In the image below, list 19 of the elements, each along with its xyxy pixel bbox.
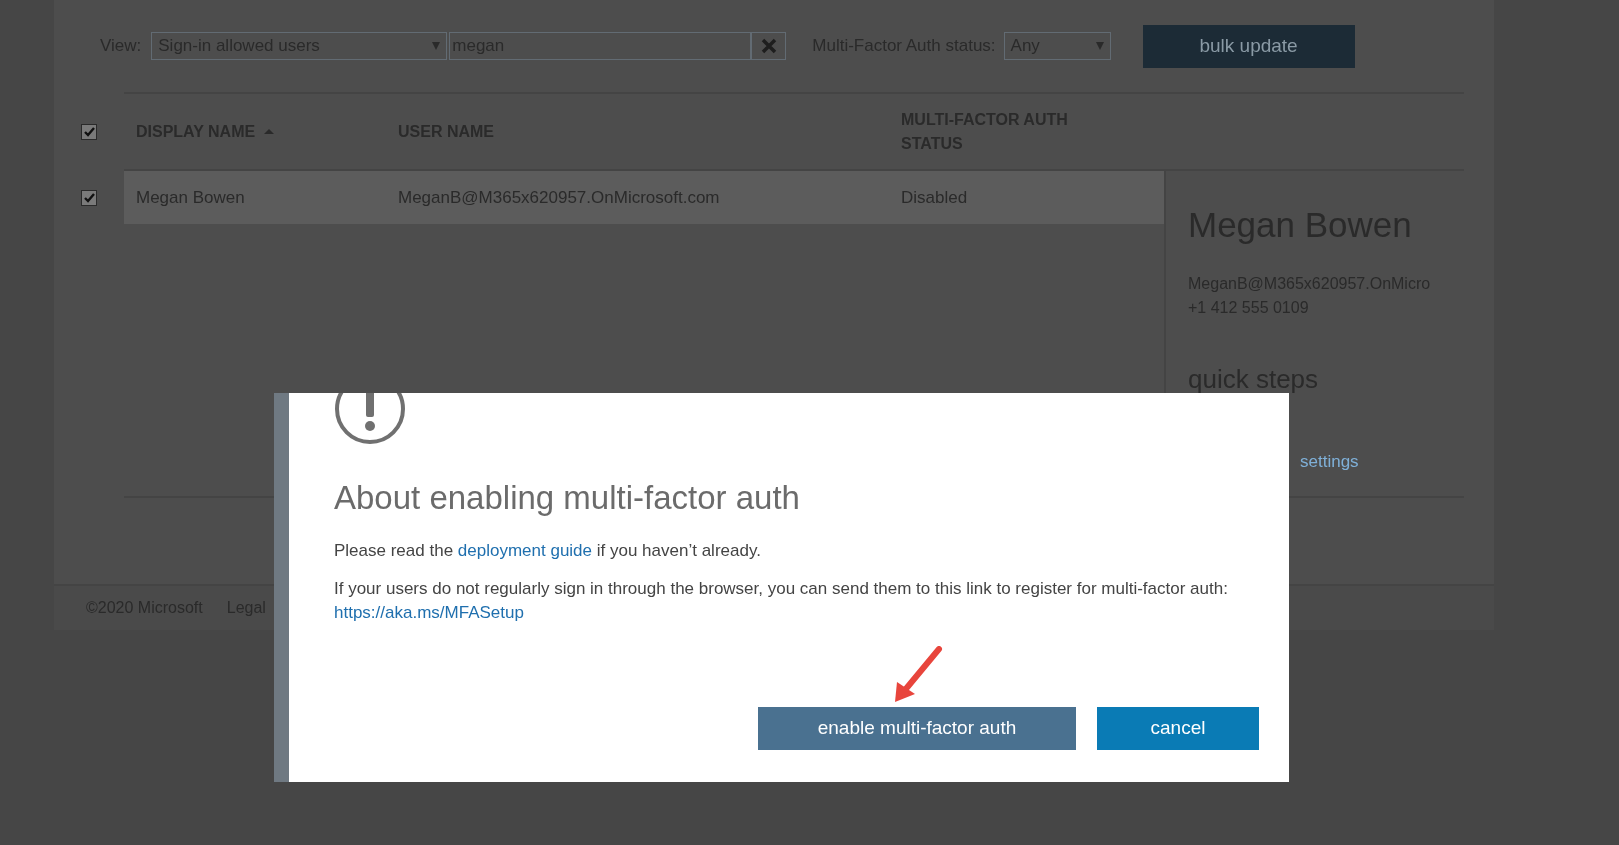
dropdown-caret-icon	[432, 42, 441, 50]
bulk-update-button[interactable]: bulk update	[1142, 24, 1355, 68]
close-icon	[760, 38, 777, 54]
checkbox[interactable]	[81, 189, 97, 206]
checkmark-icon	[83, 126, 95, 137]
dialog-text: If your users do not regularly sign in through the browser, you can send them to this link to register for multi-factor auth: https://aka.ms/MFASetup	[334, 577, 1229, 624]
checkbox[interactable]	[81, 123, 97, 140]
warning-icon	[334, 393, 406, 445]
dialog-text: Please read the deployment guide if you haven’t already.	[334, 539, 762, 562]
clear-search-button[interactable]	[751, 32, 787, 60]
checkmark-icon	[83, 192, 95, 203]
arrow-annotation	[893, 646, 943, 704]
dropdown-caret-icon	[1095, 42, 1104, 50]
settings-link[interactable]: settings	[1300, 448, 1464, 474]
dialog-title: About enabling multi-factor auth	[334, 478, 801, 518]
enable-mfa-button[interactable]: enable multi-factor auth	[758, 707, 1076, 750]
dialog-link[interactable]: deployment guide	[457, 540, 593, 560]
dialog-link[interactable]: https://aka.ms/MFASetup	[334, 602, 524, 622]
cancel-button[interactable]: cancel	[1097, 707, 1259, 750]
